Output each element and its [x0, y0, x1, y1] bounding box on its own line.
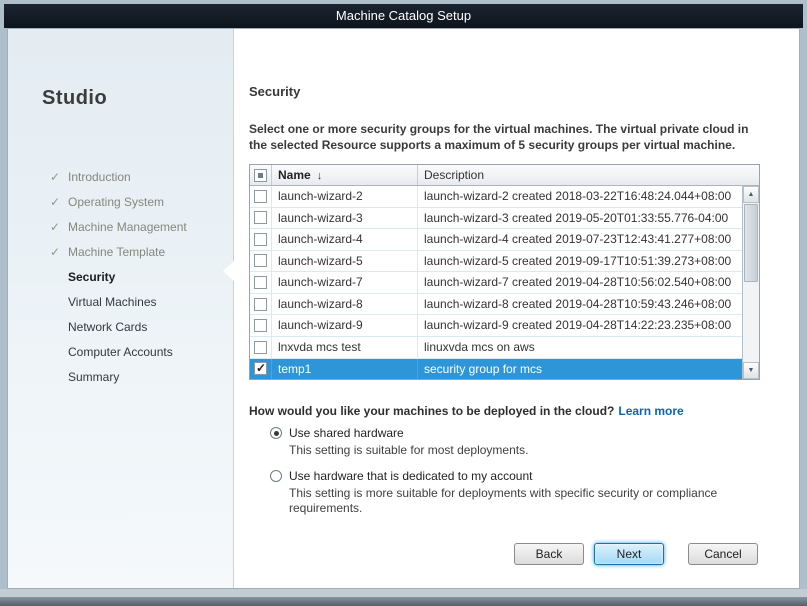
deploy-question: How would you like your machines to be d…	[249, 404, 684, 418]
wizard-dialog: Studio ✓ Introduction ✓ Operating System…	[7, 28, 800, 589]
back-button[interactable]: Back	[514, 543, 584, 565]
sidebar-item-operating-system[interactable]: ✓ Operating System	[8, 190, 233, 215]
radio-dedicated-hardware[interactable]	[270, 470, 282, 482]
table-row[interactable]: launch-wizard-5 launch-wizard-5 created …	[250, 251, 742, 273]
window-title: Machine Catalog Setup	[336, 8, 471, 23]
table-row[interactable]: launch-wizard-2 launch-wizard-2 created …	[250, 186, 742, 208]
sidebar-item-network-cards[interactable]: Network Cards	[8, 315, 233, 340]
wizard-steps: ✓ Introduction ✓ Operating System ✓ Mach…	[8, 165, 233, 390]
select-all-checkbox[interactable]	[254, 169, 267, 182]
table-row[interactable]: launch-wizard-7 launch-wizard-7 created …	[250, 272, 742, 294]
cancel-button[interactable]: Cancel	[688, 543, 758, 565]
vertical-scrollbar[interactable]: ▲ ▼	[742, 186, 759, 379]
sidebar-item-machine-template[interactable]: ✓ Machine Template	[8, 240, 233, 265]
row-checkbox[interactable]	[254, 276, 267, 289]
table-header: Name↓ Description	[250, 165, 759, 186]
row-checkbox-checked[interactable]	[254, 362, 267, 375]
scroll-down-icon[interactable]: ▼	[743, 362, 759, 379]
window-frame-bottom	[0, 589, 807, 597]
sort-desc-icon: ↓	[317, 170, 323, 182]
option-shared-hardware[interactable]: Use shared hardware This setting is suit…	[270, 426, 528, 458]
sidebar-item-virtual-machines[interactable]: Virtual Machines	[8, 290, 233, 315]
sidebar-item-summary[interactable]: Summary	[8, 365, 233, 390]
select-all-cell[interactable]	[250, 165, 272, 185]
table-row[interactable]: lnxvda mcs test linuxvda mcs on aws	[250, 337, 742, 359]
check-icon: ✓	[50, 190, 64, 215]
radio-shared-hardware[interactable]	[270, 427, 282, 439]
check-icon: ✓	[50, 215, 64, 240]
current-step-notch	[223, 261, 234, 281]
row-checkbox[interactable]	[254, 190, 267, 203]
scroll-up-icon[interactable]: ▲	[743, 186, 759, 203]
column-header-name[interactable]: Name↓	[272, 165, 418, 185]
table-row[interactable]: launch-wizard-8 launch-wizard-8 created …	[250, 294, 742, 316]
table-row[interactable]: launch-wizard-4 launch-wizard-4 created …	[250, 229, 742, 251]
window-titlebar[interactable]: Machine Catalog Setup	[4, 4, 803, 28]
table-row[interactable]: launch-wizard-3 launch-wizard-3 created …	[250, 208, 742, 230]
table-row-selected[interactable]: temp1 security group for mcs	[250, 359, 742, 380]
table-body: launch-wizard-2 launch-wizard-2 created …	[250, 186, 742, 379]
next-button[interactable]: Next	[594, 543, 664, 565]
row-checkbox[interactable]	[254, 211, 267, 224]
sidebar-item-introduction[interactable]: ✓ Introduction	[8, 165, 233, 190]
sidebar-item-machine-management[interactable]: ✓ Machine Management	[8, 215, 233, 240]
row-checkbox[interactable]	[254, 254, 267, 267]
check-icon: ✓	[50, 165, 64, 190]
row-checkbox[interactable]	[254, 233, 267, 246]
security-groups-table: Name↓ Description launch-wizard-2 launch…	[249, 164, 760, 380]
option-dedicated-hardware[interactable]: Use hardware that is dedicated to my acc…	[270, 469, 759, 516]
wizard-sidebar: Studio ✓ Introduction ✓ Operating System…	[8, 29, 234, 588]
window-frame-edge	[0, 597, 807, 606]
scrollbar-thumb[interactable]	[744, 204, 758, 282]
row-checkbox[interactable]	[254, 341, 267, 354]
instruction-text: Select one or more security groups for t…	[249, 121, 754, 153]
studio-logo: Studio	[42, 87, 107, 110]
row-checkbox[interactable]	[254, 298, 267, 311]
check-icon: ✓	[50, 240, 64, 265]
sidebar-item-computer-accounts[interactable]: Computer Accounts	[8, 340, 233, 365]
learn-more-link[interactable]: Learn more	[618, 404, 683, 418]
option-description: This setting is more suitable for deploy…	[289, 486, 759, 516]
column-header-description[interactable]: Description	[418, 165, 759, 185]
sidebar-item-security[interactable]: Security	[8, 265, 233, 290]
option-description: This setting is suitable for most deploy…	[289, 443, 528, 458]
row-checkbox[interactable]	[254, 319, 267, 332]
page-title: Security	[249, 84, 300, 99]
table-row[interactable]: launch-wizard-9 launch-wizard-9 created …	[250, 315, 742, 337]
